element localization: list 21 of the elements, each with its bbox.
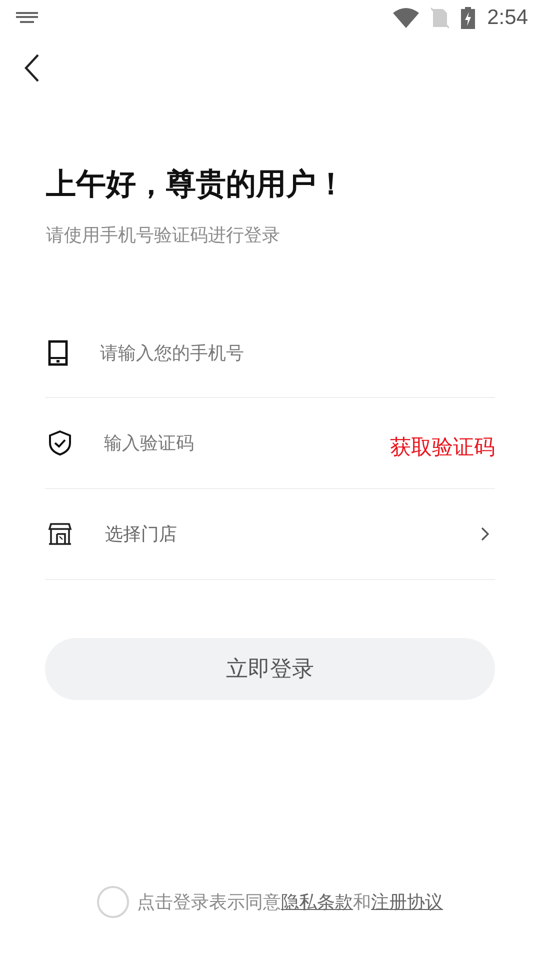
login-button[interactable]: 立即登录 bbox=[45, 638, 495, 700]
privacy-link[interactable]: 隐私条款 bbox=[281, 892, 353, 913]
terms-link[interactable]: 注册协议 bbox=[371, 892, 443, 913]
get-code-button[interactable]: 获取验证码 bbox=[390, 433, 495, 461]
code-input[interactable]: 输入验证码 bbox=[104, 432, 390, 454]
phone-icon bbox=[48, 340, 68, 366]
agree-checkbox[interactable] bbox=[97, 886, 129, 918]
battery-charging-icon bbox=[461, 7, 476, 29]
wifi-icon bbox=[393, 8, 420, 28]
no-sim-icon bbox=[431, 7, 450, 29]
chevron-right-icon[interactable] bbox=[481, 527, 489, 541]
phone-input[interactable]: 请输入您的手机号 bbox=[100, 342, 495, 364]
back-icon[interactable] bbox=[24, 54, 40, 82]
store-selector[interactable]: 选择门店 bbox=[105, 522, 481, 546]
keyboard-icon bbox=[16, 12, 38, 24]
agreement-text: 点击登录表示同意隐私条款和注册协议 bbox=[137, 891, 443, 914]
greeting-title: 上午好，尊贵的用户！ bbox=[46, 166, 347, 204]
shield-check-icon bbox=[48, 430, 72, 456]
clock-time: 2:54 bbox=[487, 6, 528, 30]
login-hint: 请使用手机号验证码进行登录 bbox=[46, 224, 281, 247]
store-icon bbox=[48, 522, 72, 546]
